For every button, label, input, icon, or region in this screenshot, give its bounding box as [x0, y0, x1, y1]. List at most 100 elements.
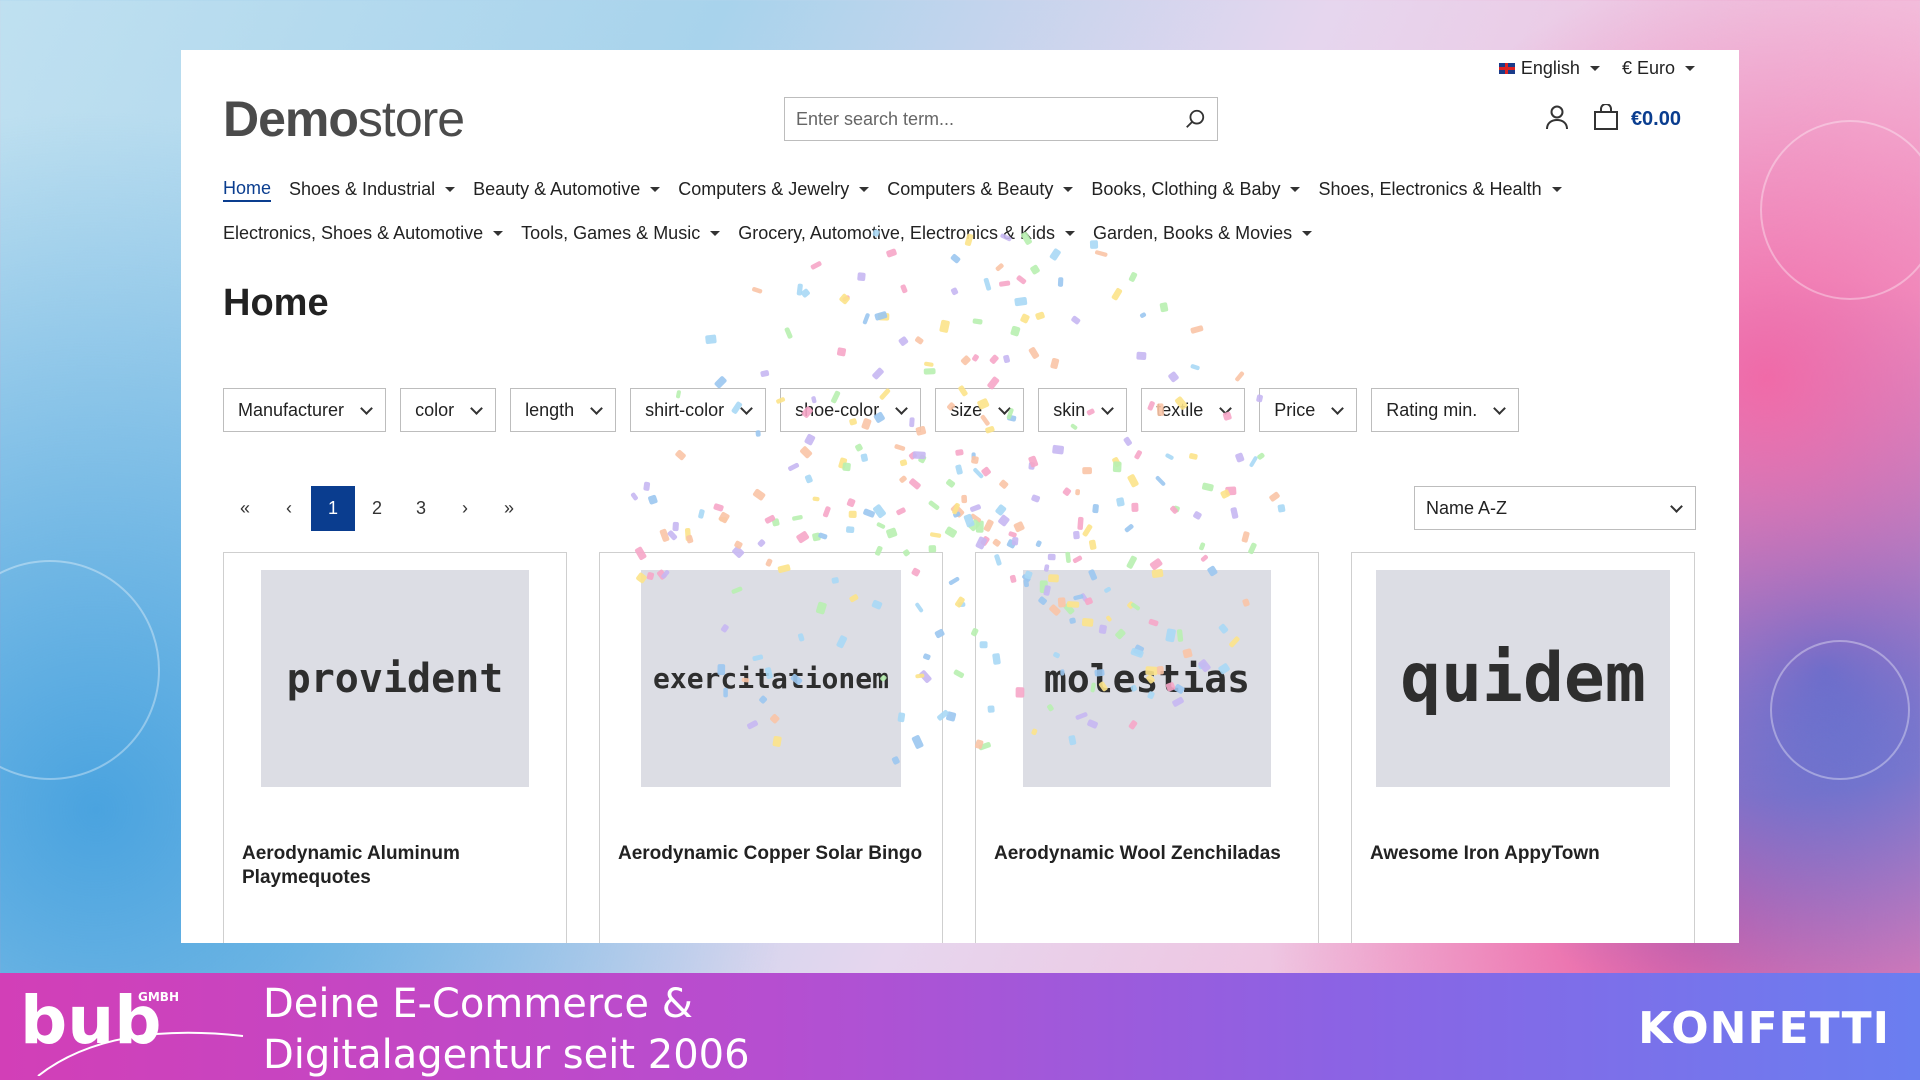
- filter-label: length: [525, 399, 575, 420]
- caret-down-icon: [1685, 66, 1695, 71]
- product-title[interactable]: Aerodynamic Copper Solar Bingo: [618, 842, 924, 866]
- filter-dropdown[interactable]: color: [400, 388, 497, 432]
- confetti-piece: [855, 443, 863, 452]
- filter-dropdown[interactable]: textile: [1141, 388, 1246, 432]
- confetti-piece: [1062, 487, 1072, 496]
- cart-button[interactable]: €0.00: [1593, 103, 1681, 135]
- page-title: Home: [223, 282, 329, 324]
- nav-item[interactable]: Shoes & Industrial: [289, 176, 456, 202]
- nav-item[interactable]: Tools, Games & Music: [521, 220, 721, 246]
- pagination-prev[interactable]: ‹: [267, 486, 311, 531]
- confetti-piece: [972, 318, 983, 325]
- confetti-piece: [1077, 516, 1084, 530]
- nav-item[interactable]: Shoes, Electronics & Health: [1318, 176, 1562, 202]
- nav-item[interactable]: Electronics, Shoes & Automotive: [223, 220, 504, 246]
- confetti-piece: [1095, 250, 1108, 257]
- confetti-piece: [950, 287, 959, 296]
- confetti-piece: [1050, 357, 1060, 369]
- banner-line-1: Deine E-Commerce &: [263, 981, 693, 1027]
- search-icon[interactable]: [1173, 98, 1217, 140]
- product-title[interactable]: Awesome Iron AppyTown: [1370, 842, 1676, 866]
- nav-item[interactable]: Beauty & Automotive: [473, 176, 661, 202]
- confetti-piece: [796, 531, 810, 544]
- confetti-piece: [684, 527, 691, 541]
- filter-dropdown[interactable]: Rating min.: [1371, 388, 1520, 432]
- pagination-page-1[interactable]: 1: [311, 486, 355, 531]
- caret-down-icon: [1302, 230, 1313, 236]
- confetti-piece: [818, 532, 828, 540]
- confetti-piece: [857, 272, 866, 282]
- currency-switcher[interactable]: € Euro: [1622, 58, 1695, 79]
- user-account-icon[interactable]: [1545, 104, 1569, 135]
- pagination-page-2[interactable]: 2: [355, 486, 399, 531]
- nav-item-label: Beauty & Automotive: [473, 178, 641, 199]
- store-logo[interactable]: Demostore: [223, 90, 465, 148]
- filter-bar: Manufacturer color length shirt-color shoe-c…: [223, 388, 1520, 432]
- product-card[interactable]: exercitationem Aerodynamic Copper Solar B…: [599, 552, 943, 943]
- search-input[interactable]: [785, 98, 1173, 140]
- confetti-piece: [630, 492, 638, 501]
- confetti-piece: [846, 526, 855, 533]
- nav-item[interactable]: Books, Clothing & Baby: [1091, 176, 1301, 202]
- confetti-piece: [760, 370, 770, 377]
- confetti-piece: [946, 479, 956, 488]
- nav-item[interactable]: Computers & Beauty: [887, 176, 1074, 202]
- confetti-piece: [1220, 489, 1231, 499]
- confetti-piece: [800, 288, 810, 298]
- product-card[interactable]: quidem Awesome Iron AppyTown: [1351, 552, 1695, 943]
- confetti-piece: [1165, 453, 1174, 460]
- product-title[interactable]: Aerodynamic Wool Zenchiladas: [994, 842, 1300, 866]
- confetti-piece: [944, 526, 957, 538]
- nav-item[interactable]: Garden, Books & Movies: [1093, 220, 1313, 246]
- confetti-piece: [713, 503, 724, 512]
- nav-item[interactable]: Grocery, Automotive, Electronics & Kids: [738, 220, 1075, 246]
- nav-item[interactable]: Computers & Jewelry: [678, 176, 870, 202]
- chevron-down-icon: [1493, 401, 1507, 415]
- filter-dropdown[interactable]: Manufacturer: [223, 388, 387, 432]
- confetti-piece: [981, 466, 991, 477]
- nav-item[interactable]: Home: [223, 176, 272, 202]
- pagination-last[interactable]: »: [487, 486, 531, 531]
- caret-down-icon: [1290, 186, 1301, 192]
- confetti-piece: [909, 478, 921, 490]
- product-image[interactable]: provident: [261, 570, 529, 787]
- filter-dropdown[interactable]: shoe-color: [780, 388, 922, 432]
- confetti-piece: [1028, 461, 1035, 470]
- product-image[interactable]: quidem: [1376, 570, 1670, 787]
- product-card[interactable]: provident Aerodynamic Aluminum Playmequot…: [223, 552, 567, 943]
- filter-dropdown[interactable]: Price: [1259, 388, 1358, 432]
- confetti-piece: [992, 538, 1001, 547]
- filter-dropdown[interactable]: length: [510, 388, 617, 432]
- confetti-piece: [975, 536, 987, 550]
- confetti-piece: [734, 540, 743, 549]
- confetti-piece: [1139, 312, 1147, 318]
- confetti-piece: [800, 446, 813, 459]
- confetti-piece: [876, 522, 886, 529]
- confetti-piece: [1013, 521, 1025, 533]
- confetti-piece: [973, 468, 984, 479]
- sort-select[interactable]: Name A-Z: [1414, 486, 1696, 530]
- confetti-piece: [1092, 504, 1099, 514]
- pagination-page-3[interactable]: 3: [399, 486, 443, 531]
- chevron-down-icon: [1219, 401, 1233, 415]
- filter-label: skin: [1053, 399, 1086, 420]
- product-title[interactable]: Aerodynamic Aluminum Playmequotes: [242, 842, 548, 890]
- filter-dropdown[interactable]: skin: [1038, 388, 1128, 432]
- nav-item-label: Computers & Jewelry: [678, 178, 850, 199]
- pagination-next[interactable]: ›: [443, 486, 487, 531]
- confetti-piece: [1189, 453, 1198, 460]
- product-image[interactable]: molestias: [1023, 570, 1271, 787]
- confetti-piece: [788, 462, 800, 472]
- filter-label: color: [415, 399, 455, 420]
- confetti-piece: [812, 496, 820, 502]
- filter-dropdown[interactable]: shirt-color: [630, 388, 767, 432]
- caret-down-icon: [445, 186, 456, 192]
- confetti-piece: [939, 319, 950, 333]
- caret-down-icon: [650, 186, 661, 192]
- product-card[interactable]: molestias Aerodynamic Wool Zenchiladas: [975, 552, 1319, 943]
- top-bar: English € Euro: [1498, 58, 1695, 79]
- filter-dropdown[interactable]: size: [935, 388, 1025, 432]
- product-image[interactable]: exercitationem: [641, 570, 901, 787]
- pagination-first[interactable]: «: [223, 486, 267, 531]
- language-switcher[interactable]: English: [1498, 58, 1600, 79]
